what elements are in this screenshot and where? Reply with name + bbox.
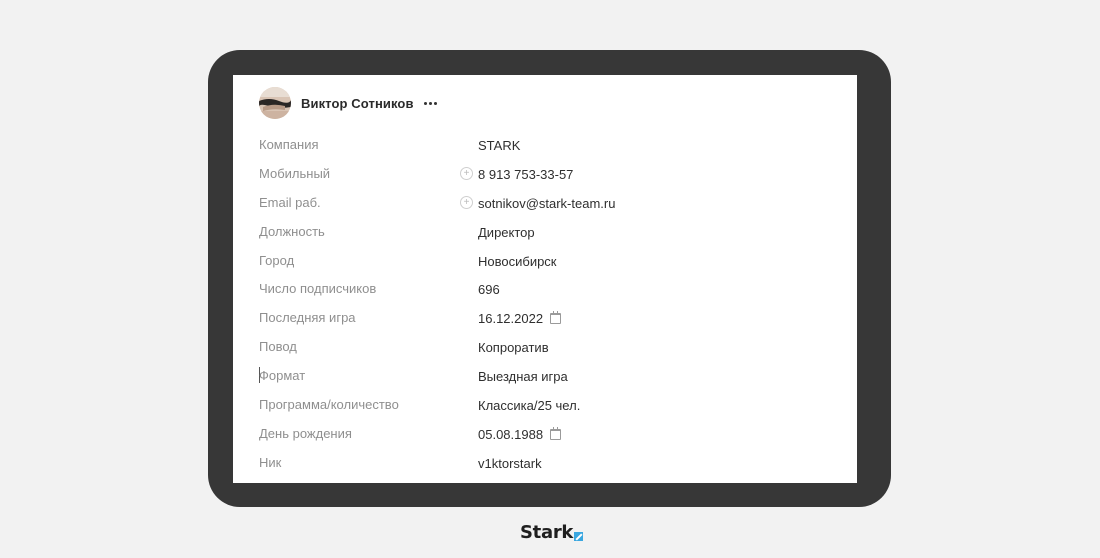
field-row-mobile: Мобильный + 8 913 753-33-57	[259, 159, 839, 188]
field-row-occasion: Повод Копроратив	[259, 332, 839, 361]
contact-card: Виктор Сотников Компания STARK Мобильный…	[233, 75, 857, 483]
brand-logo: Stark	[520, 522, 584, 543]
field-label: Формат	[259, 368, 306, 384]
field-value-wrap[interactable]: 16.12.2022	[478, 311, 562, 327]
field-value[interactable]: Директор	[478, 225, 535, 240]
field-value[interactable]: Выездная игра	[478, 369, 568, 384]
field-value[interactable]: Классика/25 чел.	[478, 398, 580, 413]
field-row-followers: Число подписчиков 696	[259, 274, 839, 303]
field-value: 05.08.1988	[478, 426, 544, 442]
device-frame: Виктор Сотников Компания STARK Мобильный…	[208, 50, 891, 507]
field-label: Город	[259, 252, 295, 268]
field-row-program: Программа/количество Классика/25 чел.	[259, 390, 839, 419]
calendar-icon[interactable]	[550, 311, 562, 325]
field-value[interactable]: Копроратив	[478, 340, 549, 355]
field-label: Повод	[259, 339, 297, 355]
field-row-company: Компания STARK	[259, 130, 839, 159]
field-row-nick: Ник v1ktorstark	[259, 448, 839, 477]
field-label: Программа/количество	[259, 397, 399, 413]
field-label: Должность	[259, 223, 325, 239]
contact-name: Виктор Сотников	[301, 95, 414, 111]
field-row-format: Формат Выездная игра	[259, 361, 839, 390]
field-value[interactable]: 8 913 753-33-57	[478, 167, 573, 182]
field-row-birthday: День рождения 05.08.1988	[259, 419, 839, 448]
field-row-last-game: Последняя игра 16.12.2022	[259, 303, 839, 332]
plus-circle-icon[interactable]: +	[460, 166, 473, 180]
field-row-position: Должность Директор	[259, 217, 839, 246]
field-value[interactable]: sotnikov@stark-team.ru	[478, 196, 615, 211]
contact-fields: Компания STARK Мобильный + 8 913 753-33-…	[259, 130, 839, 477]
logo-arrow-icon	[574, 531, 584, 541]
field-value[interactable]: Новосибирск	[478, 254, 557, 269]
field-value-wrap[interactable]: 05.08.1988	[478, 426, 562, 442]
field-value[interactable]: 696	[478, 282, 500, 297]
field-label: Мобильный	[259, 165, 331, 181]
field-row-email: Email раб. + sotnikov@stark-team.ru	[259, 188, 839, 217]
calendar-icon[interactable]	[550, 426, 562, 440]
field-row-city: Город Новосибирск	[259, 246, 839, 275]
field-label: День рождения	[259, 425, 352, 441]
ellipsis-icon[interactable]	[423, 95, 437, 111]
field-value[interactable]: v1ktorstark	[478, 456, 542, 471]
logo-text: Stark	[520, 522, 574, 543]
field-label: Число подписчиков	[259, 281, 377, 297]
field-value[interactable]: STARK	[478, 138, 520, 153]
field-label: Email раб.	[259, 194, 321, 210]
field-value: 16.12.2022	[478, 311, 544, 327]
field-label: Ник	[259, 454, 282, 470]
contact-header: Виктор Сотников	[259, 87, 437, 119]
plus-circle-icon[interactable]: +	[460, 195, 473, 209]
avatar[interactable]	[259, 87, 291, 119]
field-label: Компания	[259, 137, 319, 152]
field-label: Последняя игра	[259, 310, 356, 326]
